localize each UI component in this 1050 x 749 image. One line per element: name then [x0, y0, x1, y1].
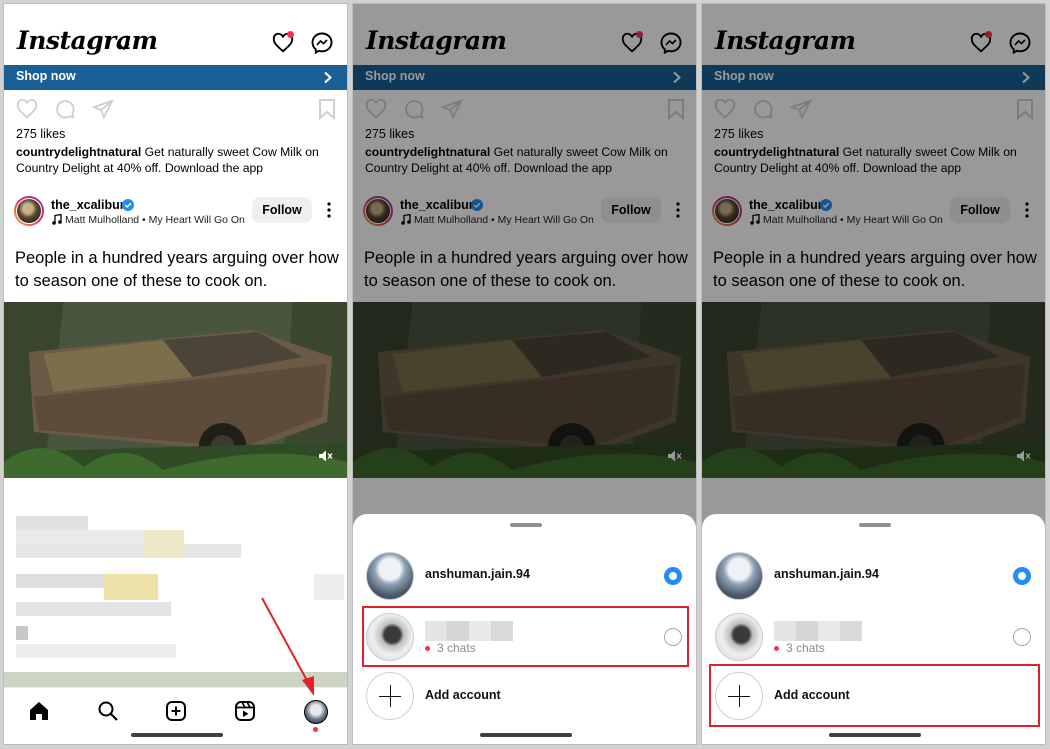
search-icon[interactable] [97, 700, 119, 722]
messenger-icon[interactable] [310, 31, 334, 55]
chevron-down-icon[interactable] [117, 42, 131, 52]
highlight-box-account [362, 606, 689, 667]
unread-dot [774, 646, 779, 651]
account-name: anshuman.jain.94 [425, 567, 530, 581]
follow-button[interactable]: Follow [252, 197, 312, 223]
post-text: People in a hundred years arguing over h… [15, 249, 339, 290]
radio-selected[interactable] [1013, 567, 1031, 585]
highlight-box-add-account [709, 664, 1040, 727]
post-image[interactable] [4, 302, 347, 478]
account-avatar [715, 552, 763, 600]
instagram-logo[interactable]: Instagram [17, 26, 158, 55]
mute-icon[interactable] [317, 448, 333, 464]
home-indicator [131, 733, 223, 737]
account-row-primary[interactable]: anshuman.jain.94 [702, 548, 1045, 604]
like-icon[interactable] [16, 98, 38, 120]
music-note-icon [52, 214, 62, 225]
home-icon[interactable] [28, 700, 50, 722]
reels-icon[interactable] [234, 700, 256, 722]
post-header: the_xcalibur Matt Mulholland • My Heart … [4, 194, 347, 230]
share-icon[interactable] [92, 98, 114, 120]
truck-image [4, 302, 347, 478]
account-name: anshuman.jain.94 [774, 567, 879, 581]
home-indicator [480, 733, 572, 737]
add-account-label: Add account [425, 688, 501, 702]
chevron-right-icon [324, 71, 332, 84]
red-arrow-annotation [261, 597, 314, 696]
account-avatar [715, 613, 763, 661]
verified-icon [122, 199, 134, 211]
account-row-secondary[interactable]: 3 chats [702, 609, 1045, 665]
likes-count[interactable]: 275 likes [16, 127, 65, 141]
author-avatar[interactable] [14, 196, 44, 226]
top-bar: Instagram [4, 4, 347, 66]
radio-unselected[interactable] [1013, 628, 1031, 646]
music-info[interactable]: Matt Mulholland • My Heart Will Go On [65, 214, 245, 226]
shop-now-label: Shop now [16, 69, 76, 83]
notification-dot [313, 727, 318, 732]
home-indicator [829, 733, 921, 737]
screen-add-account: Instagram Shop now 275 likes countrydeli… [701, 3, 1046, 745]
author-name[interactable]: the_xcalibur [51, 198, 125, 212]
account-row-primary[interactable]: anshuman.jain.94 [353, 548, 696, 604]
sheet-handle[interactable] [859, 523, 891, 527]
account-avatar [366, 552, 414, 600]
save-icon[interactable] [318, 98, 336, 120]
more-icon[interactable] [327, 202, 331, 218]
radio-selected[interactable] [664, 567, 682, 585]
caption-user[interactable]: countrydelightnatural [16, 145, 141, 159]
ad-caption: countrydelightnatural Get naturally swee… [16, 145, 341, 176]
ad-action-row [4, 96, 347, 124]
shop-now-bar[interactable]: Shop now [4, 65, 347, 90]
sheet-handle[interactable] [510, 523, 542, 527]
create-icon[interactable] [165, 700, 187, 722]
screen-account-switcher: Instagram Shop now 275 likes countrydeli… [352, 3, 697, 745]
plus-icon [366, 672, 414, 720]
blurred-account-name [774, 621, 862, 641]
notification-dot [287, 31, 294, 38]
add-account-row[interactable]: Add account [353, 668, 696, 724]
screen-feed: Instagram Shop now 275 likes countrydeli… [3, 3, 348, 745]
comment-icon[interactable] [54, 98, 76, 120]
chat-count: 3 chats [786, 641, 825, 655]
